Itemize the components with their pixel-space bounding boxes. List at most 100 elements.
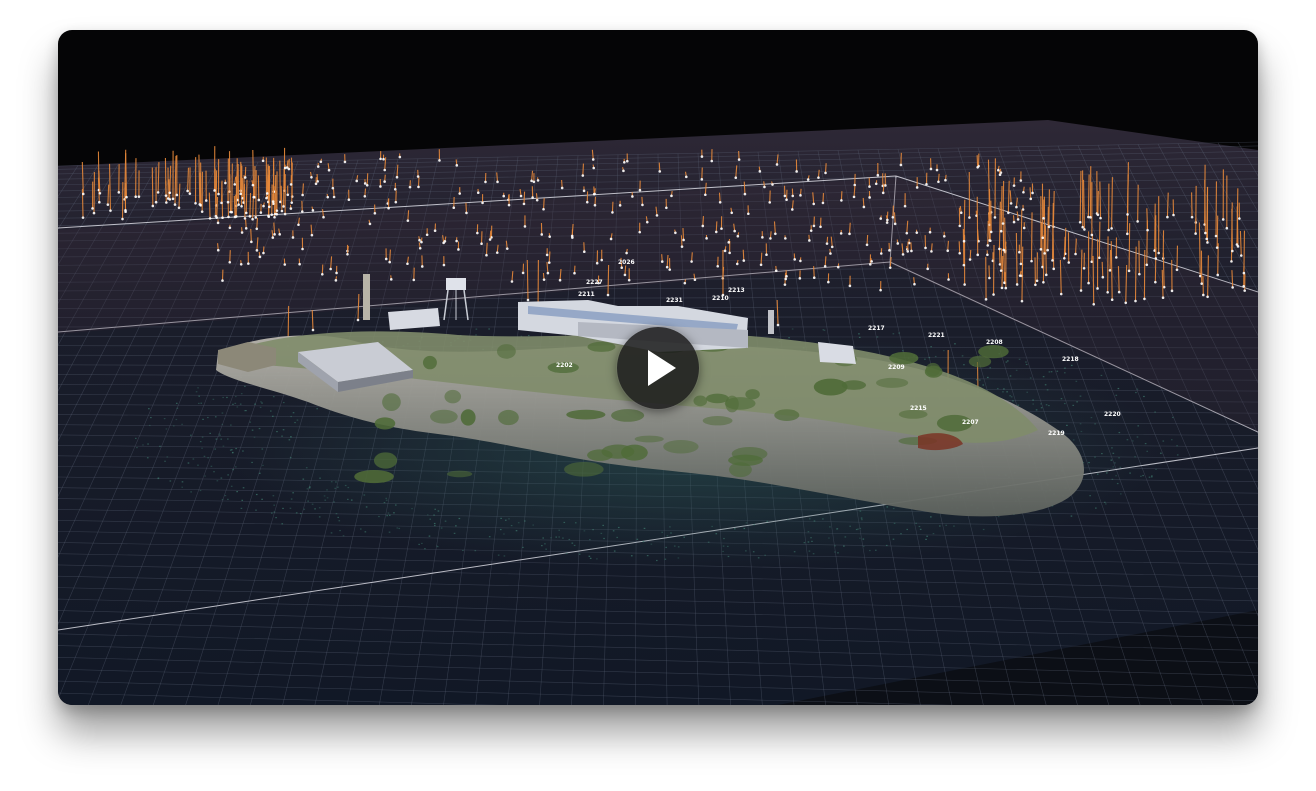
pole-base: [928, 230, 932, 234]
marker-label: 2202: [556, 362, 573, 369]
pole: [1098, 221, 1101, 258]
pole-base: [255, 227, 259, 231]
pole-base: [455, 239, 458, 243]
pole-base: [668, 268, 672, 271]
pole: [548, 251, 551, 263]
pole-base: [301, 247, 304, 251]
pole-base: [768, 201, 772, 204]
pole-base: [783, 283, 787, 286]
pole-base: [417, 185, 420, 189]
pole-base: [227, 215, 230, 219]
pole-base: [1020, 299, 1024, 303]
pole-base: [886, 218, 889, 222]
pole-base: [286, 193, 290, 197]
pole-base: [1231, 286, 1234, 289]
pole-base: [335, 271, 338, 275]
pole-base: [1114, 256, 1118, 259]
pole-base: [1108, 269, 1112, 272]
pole-base: [300, 210, 304, 213]
pole-base: [1044, 273, 1048, 277]
pole-base: [247, 262, 250, 265]
pole: [824, 163, 827, 173]
pole-base: [168, 198, 172, 201]
pole-base: [622, 169, 625, 173]
pole-base: [925, 182, 928, 186]
pole-base: [947, 278, 950, 281]
pole: [280, 185, 283, 212]
pole-base: [368, 222, 372, 226]
pole: [1101, 261, 1104, 278]
pole-base: [1238, 217, 1241, 220]
pole-base: [1004, 286, 1008, 290]
play-button[interactable]: [617, 327, 699, 409]
pole-base: [684, 175, 688, 179]
pole-base: [582, 189, 586, 193]
pole-base: [1019, 179, 1023, 182]
pole-base: [1110, 298, 1114, 302]
pole-base: [310, 233, 314, 237]
pole-base: [976, 165, 979, 169]
pole-base: [1035, 279, 1039, 283]
pole-base: [913, 282, 916, 286]
pole-base: [848, 232, 851, 236]
pole-base: [125, 195, 128, 199]
marker-label: 2210: [712, 295, 729, 302]
pole-base: [1039, 248, 1043, 251]
pole-base: [98, 191, 102, 195]
pole-base: [735, 262, 739, 266]
pole-base: [531, 196, 534, 199]
pole: [691, 252, 693, 262]
pole-base: [229, 210, 232, 214]
pole-base: [1145, 263, 1149, 267]
pole-base: [758, 170, 762, 173]
pole-base: [121, 217, 124, 221]
pole-base: [1127, 269, 1131, 273]
pole: [1063, 236, 1066, 259]
pole-base: [255, 249, 259, 252]
marker-label: 2026: [618, 259, 635, 266]
pole: [523, 191, 526, 204]
pole: [607, 264, 610, 296]
pole-base: [363, 182, 367, 185]
pole-base: [905, 231, 909, 235]
pole-base: [406, 219, 410, 222]
pole-base: [959, 211, 963, 215]
pole-base: [1106, 290, 1109, 294]
pole-base: [81, 192, 85, 196]
pole-base: [1190, 215, 1194, 219]
pole: [237, 164, 240, 205]
pole-base: [1079, 289, 1083, 292]
pole-base: [1136, 220, 1139, 223]
pole-base: [1009, 202, 1013, 205]
pole-base: [332, 195, 336, 199]
pole: [1030, 212, 1033, 262]
pole-base: [442, 263, 446, 267]
pole: [760, 252, 763, 265]
video-player[interactable]: 2026 2227 2211 2213 2210 2231 2217 2221 2208 2218…: [58, 30, 1258, 705]
pole: [229, 250, 231, 263]
pole-base: [929, 167, 933, 171]
pole-base: [623, 273, 627, 277]
pole-base: [1022, 190, 1025, 194]
pole-base: [879, 252, 883, 255]
pole-base: [868, 196, 871, 199]
pole-base: [823, 265, 827, 268]
pole: [311, 309, 314, 331]
pole-base: [383, 180, 386, 183]
pole-base: [1002, 248, 1005, 252]
pole-base: [204, 199, 208, 202]
pole-base: [958, 224, 962, 228]
pole-base: [819, 225, 822, 229]
pole-base: [485, 253, 488, 257]
pole-base: [926, 267, 929, 271]
pole: [241, 177, 244, 199]
pole-base: [1242, 271, 1246, 275]
pole-base: [674, 231, 677, 235]
pole-base: [216, 221, 220, 225]
pole-base: [356, 318, 360, 322]
pole-base: [1042, 280, 1045, 284]
pole-base: [273, 233, 276, 236]
pole-base: [326, 195, 330, 199]
pole-base: [901, 253, 905, 256]
pole: [485, 242, 488, 256]
